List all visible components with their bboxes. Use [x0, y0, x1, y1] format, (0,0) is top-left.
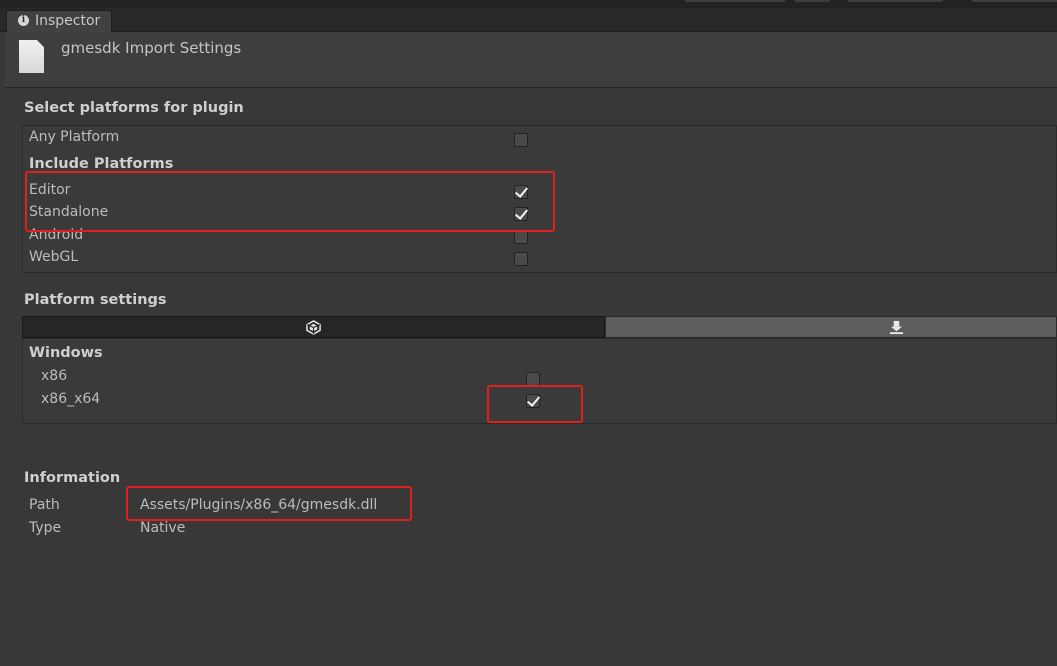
download-icon — [889, 320, 904, 335]
any-platform-checkbox[interactable] — [514, 133, 528, 147]
toolbar-segment — [848, 0, 943, 2]
path-label: Path — [29, 497, 60, 513]
info-icon: i — [18, 15, 29, 26]
select-platforms-title: Select platforms for plugin — [24, 100, 244, 116]
windows-title: Windows — [29, 345, 103, 361]
tab-editor-download[interactable] — [605, 316, 1057, 338]
any-platform-label: Any Platform — [29, 129, 120, 145]
toolbar-segment — [685, 0, 785, 2]
arch-x86-checkbox[interactable] — [526, 372, 540, 386]
toolbar-segment — [795, 0, 830, 2]
tab-inspector[interactable]: i Inspector — [6, 10, 112, 32]
header-title: gmesdk Import Settings — [61, 39, 242, 57]
tab-standalone-unity[interactable] — [22, 316, 605, 338]
highlight-box-path — [126, 486, 412, 521]
include-platforms-title: Include Platforms — [29, 156, 174, 172]
platform-webgl-label: WebGL — [29, 249, 79, 265]
platform-android-checkbox[interactable] — [514, 230, 528, 244]
arch-x86-label: x86 — [41, 368, 68, 384]
platform-tabs — [22, 316, 1057, 338]
toolbar-segment — [972, 0, 1057, 2]
information-title: Information — [24, 470, 121, 486]
highlight-box-x64 — [487, 385, 583, 423]
type-label: Type — [29, 520, 62, 536]
file-icon — [19, 40, 44, 73]
tab-bar: i Inspector — [0, 8, 1057, 32]
inspector-panel: gmesdk Import Settings Select platforms … — [5, 32, 1057, 666]
type-value: Native — [140, 520, 186, 536]
unity-logo-icon — [306, 320, 321, 335]
inspector-header: gmesdk Import Settings — [5, 32, 1057, 88]
top-toolbar-strip — [0, 0, 1057, 8]
platform-webgl-checkbox[interactable] — [514, 252, 528, 266]
platform-settings-title: Platform settings — [24, 292, 167, 308]
highlight-box-platforms — [25, 171, 555, 232]
tab-inspector-label: Inspector — [35, 13, 101, 29]
arch-x86-x64-label: x86_x64 — [41, 391, 101, 407]
